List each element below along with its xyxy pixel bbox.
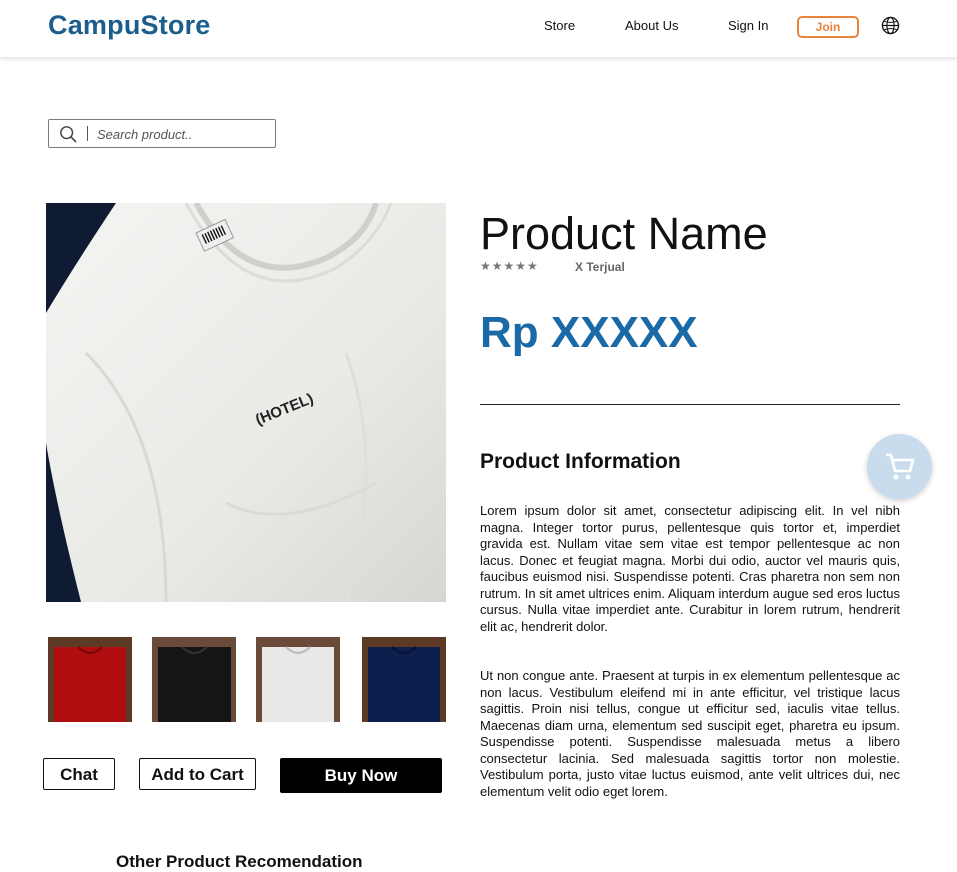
white-tshirt-image: (HOTEL) (46, 203, 446, 602)
sold-count: X Terjual (575, 260, 625, 274)
brand-logo[interactable]: CampuStore (48, 10, 211, 41)
product-main-image[interactable]: (HOTEL) (46, 203, 446, 602)
nav-signin-link[interactable]: Sign In (728, 18, 768, 33)
search-input[interactable] (97, 124, 267, 144)
search-bar (48, 119, 276, 148)
section-divider (480, 404, 900, 405)
search-divider (87, 126, 88, 141)
product-name: Product Name (480, 208, 768, 259)
product-description-paragraph-2: Ut non congue ante. Praesent at turpis i… (480, 668, 900, 799)
floating-cart-button[interactable] (867, 434, 932, 499)
search-icon[interactable] (59, 125, 77, 143)
product-info-title: Product Information (480, 450, 681, 473)
product-description-paragraph-1: Lorem ipsum dolor sit amet, consectetur … (480, 503, 900, 634)
cart-icon (886, 453, 915, 480)
recommendation-title: Other Product Recomendation (116, 852, 363, 871)
product-price: Rp XXXXX (480, 308, 698, 357)
join-button[interactable]: Join (797, 16, 859, 38)
thumbnail-black-shirt[interactable] (152, 637, 236, 722)
thumbnail-white-shirt[interactable] (256, 637, 340, 722)
buy-now-button[interactable]: Buy Now (280, 758, 442, 793)
rating-stars: ★★★★★ (480, 259, 539, 273)
thumbnail-red-shirt[interactable] (48, 637, 132, 722)
globe-icon[interactable] (881, 16, 900, 35)
add-to-cart-button[interactable]: Add to Cart (139, 758, 256, 790)
nav-store-link[interactable]: Store (544, 18, 575, 33)
chat-button[interactable]: Chat (43, 758, 115, 790)
top-navbar: CampuStore Store About Us Sign In Join (0, 0, 957, 57)
nav-about-link[interactable]: About Us (625, 18, 678, 33)
thumbnail-navy-shirt[interactable] (362, 637, 446, 722)
